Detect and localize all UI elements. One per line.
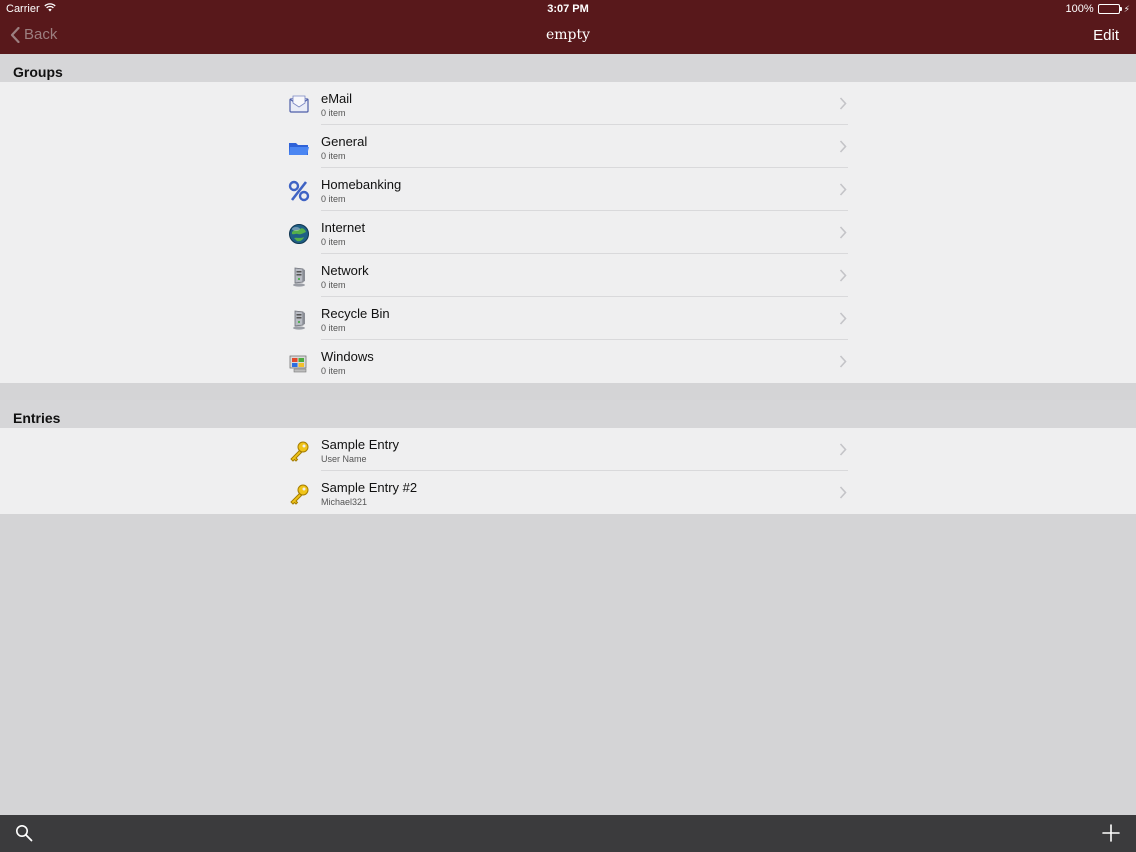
groups-section-header: Groups — [0, 54, 1136, 82]
top-bar: Carrier 3:07 PM 100% ⚡ Back empty Edit — [0, 0, 1136, 54]
group-row-homebanking[interactable]: Homebanking 0 item — [0, 168, 1136, 211]
group-title: General — [321, 134, 368, 149]
group-row-recycle-bin[interactable]: Recycle Bin 0 item — [0, 297, 1136, 340]
battery-indicator: 100% ⚡ — [1066, 3, 1130, 15]
battery-icon — [1097, 4, 1122, 14]
email-icon — [288, 94, 310, 116]
bottom-toolbar — [0, 815, 1136, 852]
group-title: Network — [321, 263, 369, 278]
group-item-count: 0 item — [321, 237, 346, 247]
server-icon — [288, 266, 310, 288]
groups-header-label: Groups — [13, 64, 63, 80]
navigation-bar: Back empty Edit — [0, 18, 1136, 54]
group-row-network[interactable]: Network 0 item — [0, 254, 1136, 297]
group-row-general[interactable]: General 0 item — [0, 125, 1136, 168]
group-row-windows[interactable]: Windows 0 item — [0, 340, 1136, 383]
chevron-right-icon — [839, 355, 847, 373]
key-icon — [288, 440, 310, 462]
charging-icon: ⚡ — [1123, 3, 1130, 14]
chevron-right-icon — [839, 140, 847, 158]
page-title: empty — [545, 27, 591, 43]
chevron-right-icon — [839, 312, 847, 330]
group-title: eMail — [321, 91, 353, 106]
chevron-right-icon — [839, 183, 847, 201]
add-icon[interactable] — [1102, 824, 1120, 847]
edit-button[interactable]: Edit — [1093, 27, 1119, 44]
chevron-right-icon — [839, 486, 847, 504]
entries-list: Sample Entry User Name Sample Entry #2 M… — [0, 428, 1136, 514]
entries-section-header: Entries — [0, 400, 1136, 428]
globe-icon — [288, 223, 310, 245]
percent-icon — [288, 180, 310, 202]
group-title: Homebanking — [321, 177, 402, 192]
key-icon — [288, 483, 310, 505]
chevron-right-icon — [839, 443, 847, 461]
entries-header-label: Entries — [13, 410, 61, 426]
entry-username: User Name — [321, 454, 367, 464]
server-icon — [288, 309, 310, 331]
chevron-right-icon — [839, 269, 847, 287]
entry-title: Sample Entry #2 — [321, 480, 418, 495]
groups-list: eMail 0 item General 0 item Homebanking … — [0, 82, 1136, 383]
group-row-internet[interactable]: Internet 0 item — [0, 211, 1136, 254]
group-item-count: 0 item — [321, 280, 346, 290]
search-icon[interactable] — [15, 824, 33, 847]
group-item-count: 0 item — [321, 366, 346, 376]
folder-icon — [288, 137, 310, 159]
status-time: 3:07 PM — [547, 3, 589, 15]
chevron-right-icon — [839, 97, 847, 115]
group-row-email[interactable]: eMail 0 item — [0, 82, 1136, 125]
group-title: Internet — [321, 220, 366, 235]
app-window: Carrier 3:07 PM 100% ⚡ Back empty Edit G… — [0, 0, 1136, 852]
status-bar: Carrier 3:07 PM 100% ⚡ — [0, 0, 1136, 18]
entry-title: Sample Entry — [321, 437, 400, 452]
chevron-right-icon — [839, 226, 847, 244]
group-item-count: 0 item — [321, 108, 346, 118]
group-title: Windows — [321, 349, 374, 364]
entry-row[interactable]: Sample Entry User Name — [0, 428, 1136, 471]
windows-icon — [288, 352, 310, 374]
group-title: Recycle Bin — [321, 306, 390, 321]
entry-row[interactable]: Sample Entry #2 Michael321 — [0, 471, 1136, 514]
group-item-count: 0 item — [321, 194, 346, 204]
entry-username: Michael321 — [321, 497, 368, 507]
group-item-count: 0 item — [321, 323, 346, 333]
battery-percent: 100% — [1065, 3, 1094, 15]
group-item-count: 0 item — [321, 151, 346, 161]
